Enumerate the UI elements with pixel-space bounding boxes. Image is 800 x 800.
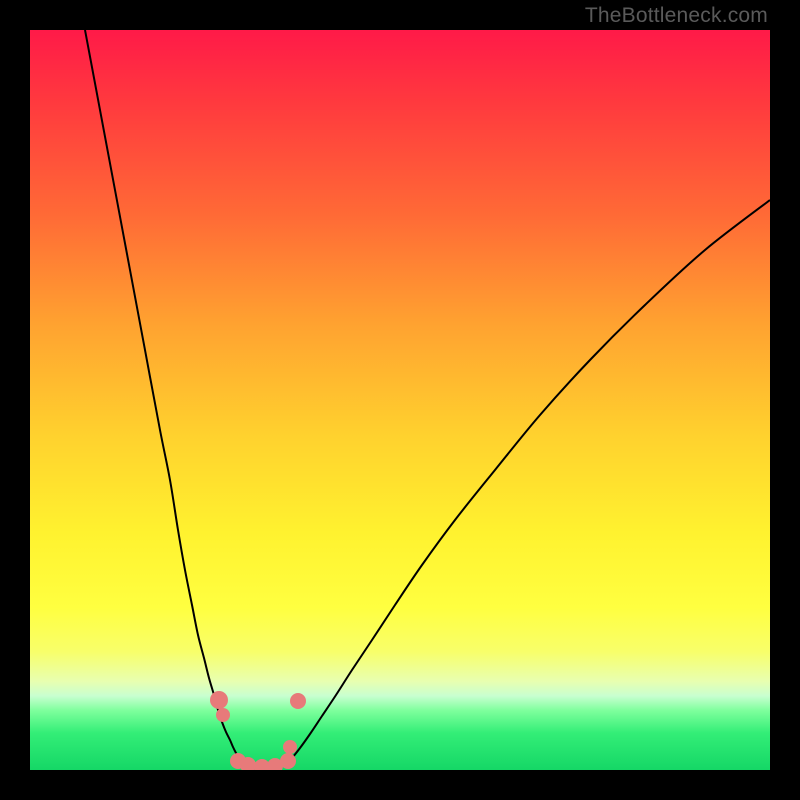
watermark-text: TheBottleneck.com <box>585 4 768 28</box>
bottleneck-curve <box>85 30 770 768</box>
curve-group <box>85 30 770 768</box>
data-point <box>283 740 297 754</box>
data-point <box>290 693 306 709</box>
curve-svg <box>30 30 770 770</box>
data-point <box>216 708 230 722</box>
data-point <box>280 753 296 769</box>
plot-area <box>30 30 770 770</box>
outer-frame: TheBottleneck.com <box>0 0 800 800</box>
data-point <box>210 691 228 709</box>
